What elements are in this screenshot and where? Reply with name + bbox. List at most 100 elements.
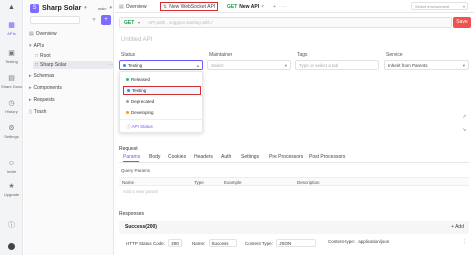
tab-new-api[interactable]: GET New API × — [227, 2, 264, 11]
rail-item-history[interactable]: ◷ History — [0, 100, 23, 114]
response-name-label: Name: — [192, 241, 206, 246]
save-button[interactable]: Save — [453, 17, 471, 28]
request-section-title: Request — [119, 146, 138, 152]
content-type-select[interactable]: JSON — [276, 239, 317, 247]
help-icon: ⓘ — [8, 222, 15, 229]
sidebar-item-label: Sharp Solar — [40, 62, 67, 68]
request-tabs: Params Body Cookies Headers Auth Setting… — [119, 153, 469, 163]
add-tab-button[interactable]: + — [273, 2, 276, 11]
sidebar-item-components[interactable]: ▸ Components — [29, 84, 62, 92]
status-dot — [127, 89, 130, 93]
sidebar-item-root[interactable]: □ Root — [35, 52, 51, 60]
rail-item-apis[interactable]: ▦ APIs — [0, 22, 23, 36]
response-tab-bar: Success(200) + Add — [119, 221, 469, 234]
api-name-input[interactable]: Untitled API — [121, 37, 152, 43]
content-type-header-value: application/json — [358, 239, 390, 244]
status-dot — [126, 78, 129, 82]
tab-params[interactable]: Params — [123, 154, 140, 160]
maintainer-label: Maintainer — [209, 52, 233, 58]
sidebar-item-sharp-solar[interactable]: □ Sharp Solar ⋯ — [33, 61, 113, 69]
tab-label: New API — [239, 3, 260, 10]
sidebar-item-apis[interactable]: ▾ APIs — [29, 42, 44, 50]
status-dropdown: Released Testing Deprecated Developing ⓘ… — [119, 71, 203, 133]
maintainer-select[interactable]: Select ▾ — [207, 60, 291, 70]
chevron-right-icon: ▸ — [29, 97, 32, 103]
chevron-down-icon: ▾ — [462, 4, 465, 9]
chevron-down-icon: ▾ — [462, 63, 465, 68]
status-option-developing[interactable]: Developing — [123, 108, 201, 117]
upgrade-icon: ★ — [8, 183, 15, 190]
api-icon: ▦ — [8, 22, 15, 29]
sidebar-search-input[interactable] — [30, 16, 80, 24]
branch-name[interactable]: main — [98, 6, 107, 11]
add-response-button[interactable]: + Add — [451, 224, 464, 230]
websocket-icon: ⇅ — [163, 3, 168, 10]
more-icon[interactable]: ⋮ — [462, 239, 467, 245]
tab-new-websocket-api[interactable]: ⇅ New WebSocket API — [160, 2, 219, 11]
tab-bar: ▤ Overview ⇅ New WebSocket API GET New A… — [115, 0, 474, 13]
resize-icon[interactable]: ↘ — [462, 127, 466, 133]
service-select[interactable]: Inherit from Parents ▾ — [384, 60, 469, 70]
sidebar-item-trash[interactable]: ▯ Trash — [29, 108, 46, 116]
status-code-field: HTTP Status Code: 200 — [126, 239, 182, 249]
method-badge: GET — [227, 3, 238, 10]
sidebar-item-schemas[interactable]: ▸ Schemas — [29, 72, 54, 80]
environment-select[interactable]: Select environment ▾ — [411, 2, 468, 10]
close-icon[interactable]: × — [261, 4, 264, 10]
option-label: Testing — [132, 88, 147, 93]
rail-item-testing[interactable]: ▣ Testing — [0, 50, 23, 64]
api-status-link[interactable]: ⓘ API Status — [123, 122, 201, 131]
tab-body[interactable]: Body — [149, 154, 160, 160]
sidebar-item-label: Trash — [33, 109, 47, 115]
chevron-down-icon: ▾ — [84, 5, 87, 11]
status-select[interactable]: Testing ▴ — [119, 60, 203, 70]
tab-post-processors[interactable]: Post Processors — [309, 154, 345, 160]
folder-icon: □ — [35, 53, 39, 59]
tab-settings[interactable]: Settings — [241, 154, 259, 160]
rail-item-upgrade[interactable]: ★ Upgrade — [0, 183, 23, 197]
response-name-input[interactable]: Success — [208, 239, 237, 247]
project-logo-icon: S — [30, 3, 39, 13]
rail-item-settings[interactable]: ⚙ Settings — [0, 125, 23, 139]
api-status-label: API Status — [131, 124, 153, 129]
status-option-testing[interactable]: Testing — [123, 86, 201, 95]
testing-icon: ▣ — [8, 50, 15, 57]
project-switcher[interactable]: S Sharp Solar ▾ main ▾ — [30, 3, 112, 13]
response-tab-success[interactable]: Success(200) — [125, 224, 157, 230]
tab-headers[interactable]: Headers — [194, 154, 213, 160]
tags-label: Tags — [297, 52, 308, 58]
url-bar[interactable]: GET ▾ API path , suggest starting with / — [119, 17, 452, 28]
method-select[interactable]: GET — [124, 20, 134, 26]
icon-rail: ▲ ▦ APIs ▣ Testing ▤ Share Docs ◷ Histor… — [0, 0, 23, 255]
tab-auth[interactable]: Auth — [221, 154, 231, 160]
rail-item-share-docs[interactable]: ▤ Share Docs — [0, 75, 23, 89]
info-icon: ⓘ — [126, 124, 131, 129]
maintainer-placeholder: Select — [211, 63, 224, 68]
tab-menu-button[interactable]: ⋯ — [282, 2, 287, 11]
rail-item-invite[interactable]: ☺ Invite — [0, 160, 23, 174]
tab-overview[interactable]: ▤ Overview — [119, 2, 147, 11]
add-button[interactable]: + — [101, 15, 111, 25]
expand-icon[interactable]: ↗ — [462, 114, 466, 120]
rail-help[interactable]: ⓘ — [0, 222, 23, 230]
status-option-deprecated[interactable]: Deprecated — [123, 97, 201, 106]
content-type-header-label: Content-type: — [328, 239, 356, 244]
url-input[interactable]: API path , suggest starting with / — [148, 20, 213, 25]
overview-icon: ▤ — [29, 31, 34, 37]
tags-placeholder: Type or select a tab — [299, 63, 339, 68]
tab-cookies[interactable]: Cookies — [168, 154, 186, 160]
rail-item-label: History — [5, 109, 18, 114]
sidebar-item-overview[interactable]: ▤ Overview — [29, 30, 57, 38]
sidebar-item-label: APIs — [33, 43, 45, 49]
filter-button[interactable]: ▿ — [89, 15, 99, 25]
status-option-released[interactable]: Released — [123, 75, 201, 84]
status-code-input[interactable]: 200 — [168, 239, 182, 247]
sidebar-item-requests[interactable]: ▸ Requests — [29, 96, 55, 104]
add-param-input[interactable]: Add a new param — [123, 189, 158, 194]
tags-input[interactable]: Type or select a tab — [295, 60, 379, 70]
more-icon[interactable]: ⋯ — [108, 62, 113, 68]
tab-pre-processors[interactable]: Pre Processors — [269, 154, 303, 160]
rail-logo[interactable]: ▲ — [0, 4, 23, 12]
share-docs-icon: ▤ — [8, 75, 15, 82]
rail-user[interactable] — [0, 243, 23, 250]
